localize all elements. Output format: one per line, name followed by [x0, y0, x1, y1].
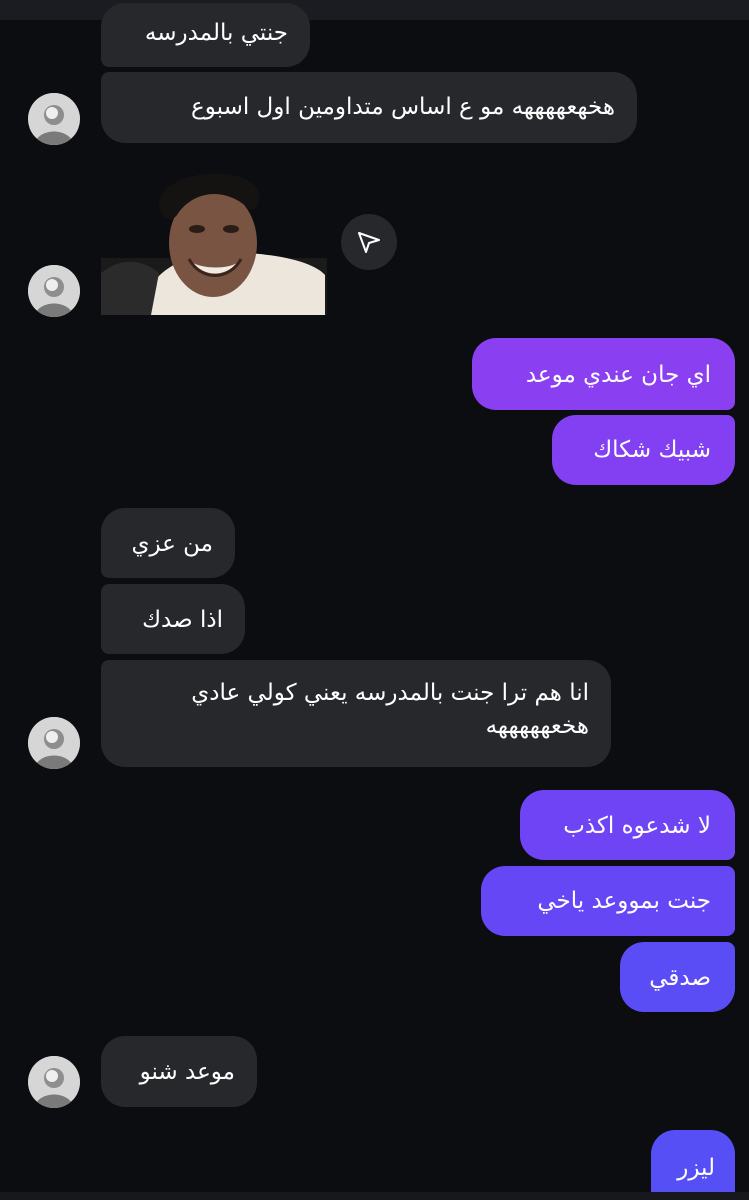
message-text: هخهعههههه مو ع اساس متداومين اول اسبوع: [191, 94, 615, 120]
chat-screen: جنتي بالمدرسه هخهعههههه مو ع اساس متداوم…: [0, 0, 749, 1200]
message-text: لا شدعوه اكذب: [563, 813, 711, 839]
message-text: شبيك شكاك: [593, 437, 711, 463]
incoming-message-bubble[interactable]: موعد شنو: [101, 1036, 257, 1107]
message-text: صدقي: [649, 965, 711, 991]
share-button[interactable]: [341, 214, 397, 270]
contact-avatar[interactable]: [28, 1056, 80, 1108]
incoming-message-bubble[interactable]: انا هم ترا جنت بالمدرسه يعني كولي عادي ه…: [101, 660, 611, 767]
message-text: من عزي: [131, 531, 213, 557]
message-text: ليزر: [677, 1155, 715, 1181]
contact-avatar[interactable]: [28, 717, 80, 769]
incoming-message-bubble[interactable]: اذا صدك: [101, 584, 245, 654]
contact-avatar[interactable]: [28, 265, 80, 317]
sticker-image[interactable]: [101, 163, 327, 315]
send-icon: [358, 232, 380, 253]
sticker-image-graphic: [101, 173, 327, 315]
message-text: اي جان عندي موعد: [525, 362, 711, 388]
outgoing-message-bubble[interactable]: شبيك شكاك: [552, 415, 735, 485]
outgoing-message-bubble[interactable]: اي جان عندي موعد: [472, 338, 735, 410]
incoming-message-bubble[interactable]: هخهعههههه مو ع اساس متداومين اول اسبوع: [101, 72, 637, 143]
message-text-line: هخعهههههه: [485, 713, 589, 739]
message-text: جنتي بالمدرسه: [144, 20, 288, 46]
outgoing-message-bubble[interactable]: ليزر: [651, 1130, 735, 1200]
outgoing-message-bubble[interactable]: لا شدعوه اكذب: [520, 790, 735, 860]
incoming-message-bubble[interactable]: من عزي: [101, 508, 235, 578]
outgoing-message-bubble[interactable]: صدقي: [620, 942, 735, 1012]
message-text: موعد شنو: [139, 1059, 235, 1085]
message-text-line: انا هم ترا جنت بالمدرسه يعني كولي عادي: [191, 680, 589, 706]
contact-avatar[interactable]: [28, 93, 80, 145]
message-text: جنت بمووعد ياخي: [537, 888, 711, 914]
outgoing-message-bubble[interactable]: جنت بمووعد ياخي: [481, 866, 735, 936]
incoming-message-bubble[interactable]: جنتي بالمدرسه: [101, 3, 310, 67]
message-text: اذا صدك: [142, 607, 223, 633]
composer-bar-edge: [0, 1192, 749, 1200]
